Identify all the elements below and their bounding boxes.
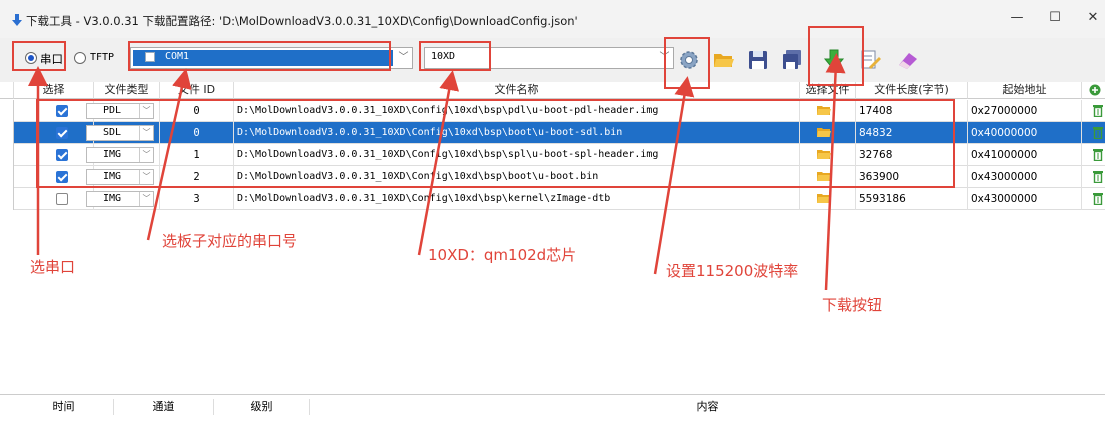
annotation-select-serial: 选串口	[30, 258, 76, 276]
annotation-box-chip	[419, 41, 491, 71]
log-channel-header: 通道	[114, 399, 214, 415]
chevron-down-icon[interactable]: ﹀	[394, 48, 412, 68]
window-title: 下载工具 - V3.0.0.31 下载配置路径: 'D:\MolDownload…	[26, 14, 578, 28]
table-row[interactable]: IMG ﹀ 3 D:\MolDownloadV3.0.0.31_10XD\Config…	[0, 188, 1105, 210]
chevron-down-icon[interactable]: ﹀	[139, 192, 153, 206]
folder-icon[interactable]	[817, 193, 831, 204]
col-type-header: 文件类型	[94, 82, 160, 99]
annotation-baud: 设置115200波特率	[666, 262, 799, 280]
select-cell	[14, 188, 94, 210]
file-type-select[interactable]: IMG ﹀	[86, 191, 154, 207]
start-address-cell: 0x40000000	[968, 122, 1082, 144]
maximize-button[interactable]: ☐	[1040, 10, 1070, 30]
add-circle-icon[interactable]	[1089, 84, 1101, 96]
trash-icon[interactable]	[1093, 148, 1103, 161]
col-name-header: 文件名称	[234, 82, 800, 99]
col-length-header: 文件长度(字节)	[856, 82, 968, 99]
file-length-cell: 5593186	[856, 188, 968, 210]
start-address-cell: 0x41000000	[968, 144, 1082, 166]
tftp-mode-label: TFTP	[90, 52, 115, 63]
row-header[interactable]	[0, 166, 14, 188]
log-pane: 时间 通道 级别 内容	[0, 394, 1105, 437]
type-cell: IMG ﹀	[86, 188, 160, 210]
file-type-value: IMG	[103, 193, 122, 204]
close-button[interactable]: ✕	[1078, 10, 1105, 30]
file-name-cell: D:\MolDownloadV3.0.0.31_10XD\Config\10xd…	[234, 188, 800, 210]
annotation-box-port	[128, 41, 391, 71]
trash-icon[interactable]	[1093, 170, 1103, 183]
annotation-chip: 10XD：qm102d芯片	[428, 246, 577, 264]
row-header[interactable]	[0, 144, 14, 166]
col-id-header: 文件 ID	[160, 82, 234, 99]
log-level-header: 级别	[214, 399, 310, 415]
trash-icon[interactable]	[1093, 126, 1103, 139]
start-address-cell: 0x43000000	[968, 188, 1082, 210]
row-header[interactable]	[0, 188, 14, 210]
trash-icon[interactable]	[1093, 104, 1103, 117]
save-icon[interactable]	[746, 48, 770, 72]
col-address-header: 起始地址	[968, 82, 1082, 99]
annotation-download: 下载按钮	[822, 296, 883, 314]
tftp-mode-radio[interactable]	[74, 52, 86, 64]
open-folder-icon[interactable]	[712, 48, 736, 72]
start-address-cell: 0x27000000	[968, 100, 1082, 122]
title-bar: 下载工具 - V3.0.0.31 下载配置路径: 'D:\MolDownload…	[0, 0, 1105, 38]
eraser-icon[interactable]	[895, 48, 919, 72]
annotation-select-port: 选板子对应的串口号	[162, 232, 298, 250]
save-as-icon[interactable]	[780, 48, 804, 72]
row-checkbox[interactable]	[56, 193, 68, 205]
annotation-box-file-rows	[36, 99, 955, 188]
row-header-corner	[0, 82, 14, 99]
add-row-header	[1082, 82, 1105, 99]
row-header[interactable]	[0, 100, 14, 122]
annotation-box-download	[808, 26, 864, 86]
annotation-box-settings	[664, 37, 710, 89]
row-header[interactable]	[0, 122, 14, 144]
log-content-header: 内容	[696, 400, 719, 413]
minimize-button[interactable]: —	[1002, 10, 1032, 30]
app-download-icon	[12, 14, 22, 26]
start-address-cell: 0x43000000	[968, 166, 1082, 188]
log-time-header: 时间	[14, 399, 114, 415]
annotation-box-serial	[12, 41, 66, 71]
col-select-header: 选择	[14, 82, 94, 99]
file-id-cell: 3	[160, 188, 234, 210]
trash-icon[interactable]	[1093, 192, 1103, 205]
